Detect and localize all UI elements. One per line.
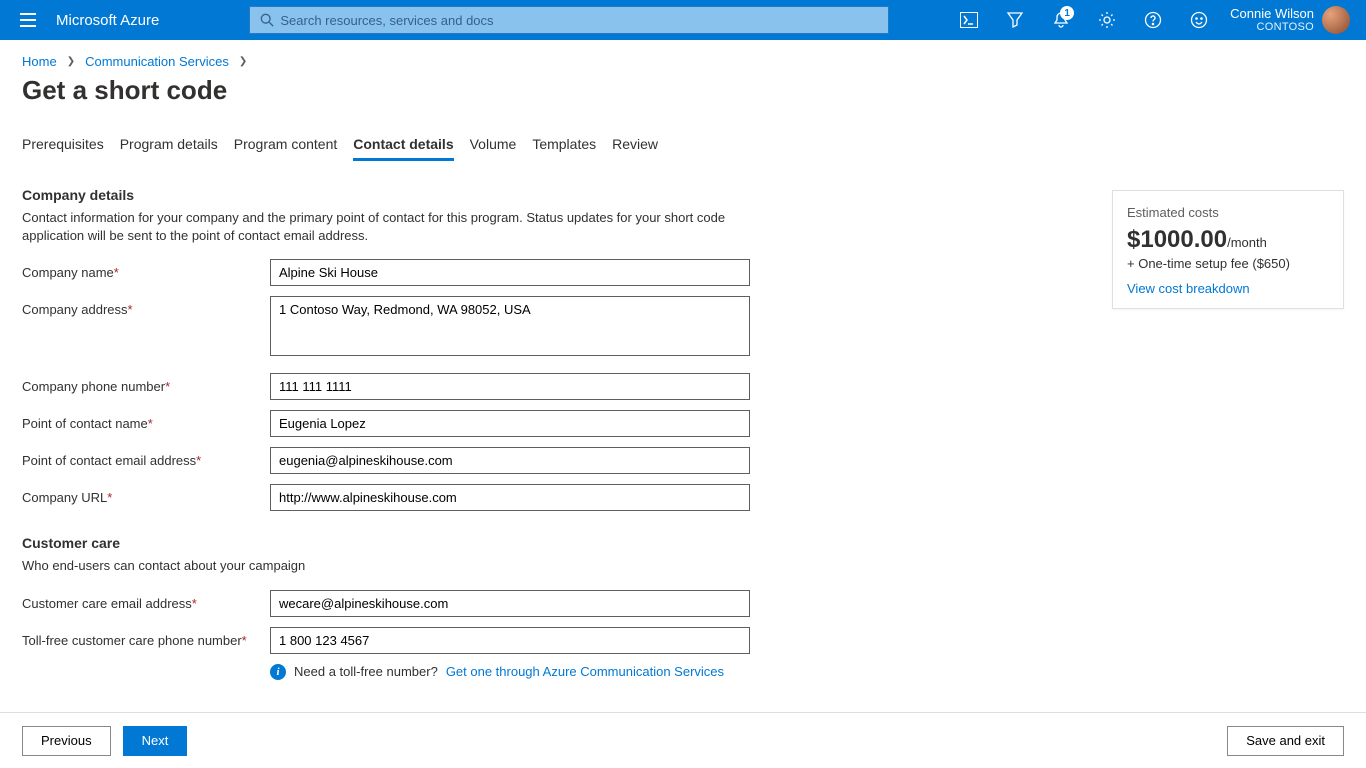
search-icon	[260, 13, 274, 27]
contact-email-input[interactable]	[270, 447, 750, 474]
breadcrumb: Home ❯ Communication Services ❯	[22, 54, 1344, 69]
tollfree-prompt: Need a toll-free number?	[294, 664, 438, 679]
global-search[interactable]	[249, 6, 889, 34]
care-email-input[interactable]	[270, 590, 750, 617]
tab-prerequisites[interactable]: Prerequisites	[22, 136, 104, 161]
notification-badge: 1	[1060, 6, 1074, 20]
company-address-input[interactable]	[270, 296, 750, 356]
estimated-costs-card: Estimated costs $1000.00/month + One-tim…	[1112, 190, 1344, 309]
section-company-title: Company details	[22, 187, 782, 203]
tab-program-content[interactable]: Program content	[234, 136, 338, 161]
breadcrumb-home[interactable]: Home	[22, 54, 57, 69]
cost-heading: Estimated costs	[1127, 205, 1329, 220]
page-title: Get a short code	[22, 75, 1344, 106]
form-column: Company details Contact information for …	[22, 187, 782, 680]
label-company-name: Company name	[22, 265, 114, 280]
tollfree-info: i Need a toll-free number? Get one throu…	[270, 664, 782, 680]
info-icon: i	[270, 664, 286, 680]
chevron-right-icon: ❯	[67, 56, 75, 67]
avatar	[1322, 6, 1350, 34]
cost-unit: /month	[1227, 235, 1267, 250]
directory-filter-icon[interactable]	[992, 0, 1038, 40]
label-company-address: Company address	[22, 302, 128, 317]
tab-review[interactable]: Review	[612, 136, 658, 161]
user-name: Connie Wilson	[1230, 7, 1314, 21]
company-phone-input[interactable]	[270, 373, 750, 400]
brand-label: Microsoft Azure	[56, 12, 159, 29]
care-phone-input[interactable]	[270, 627, 750, 654]
label-contact-email: Point of contact email address	[22, 453, 196, 468]
top-bar: Microsoft Azure 1 Connie Wilson CONTOSO	[0, 0, 1366, 40]
cost-setup: + One-time setup fee ($650)	[1127, 256, 1329, 271]
user-org: CONTOSO	[1230, 21, 1314, 33]
page-content: Home ❯ Communication Services ❯ Get a sh…	[0, 40, 1366, 712]
settings-icon[interactable]	[1084, 0, 1130, 40]
help-icon[interactable]	[1130, 0, 1176, 40]
tab-templates[interactable]: Templates	[532, 136, 596, 161]
next-button[interactable]: Next	[123, 726, 188, 756]
breadcrumb-service[interactable]: Communication Services	[85, 54, 229, 69]
label-company-url: Company URL	[22, 490, 107, 505]
label-company-phone: Company phone number	[22, 379, 165, 394]
previous-button[interactable]: Previous	[22, 726, 111, 756]
cost-breakdown-link[interactable]: View cost breakdown	[1127, 281, 1250, 296]
section-care-title: Customer care	[22, 535, 782, 551]
save-and-exit-button[interactable]: Save and exit	[1227, 726, 1344, 756]
label-care-phone: Toll-free customer care phone number	[22, 633, 242, 648]
notifications-icon[interactable]: 1	[1038, 0, 1084, 40]
section-care-desc: Who end-users can contact about your cam…	[22, 557, 742, 575]
company-url-input[interactable]	[270, 484, 750, 511]
wizard-footer: Previous Next Save and exit	[0, 712, 1366, 768]
search-input[interactable]	[280, 13, 884, 28]
tab-volume[interactable]: Volume	[470, 136, 517, 161]
top-icon-group: 1	[946, 0, 1222, 40]
tab-program-details[interactable]: Program details	[120, 136, 218, 161]
label-care-email: Customer care email address	[22, 596, 192, 611]
wizard-tabs: Prerequisites Program details Program co…	[22, 136, 1344, 161]
section-company-desc: Contact information for your company and…	[22, 209, 742, 245]
tab-contact-details[interactable]: Contact details	[353, 136, 453, 161]
chevron-right-icon: ❯	[239, 56, 247, 67]
company-name-input[interactable]	[270, 259, 750, 286]
tollfree-link[interactable]: Get one through Azure Communication Serv…	[446, 664, 724, 679]
cloud-shell-icon[interactable]	[946, 0, 992, 40]
menu-toggle-icon[interactable]	[8, 0, 48, 40]
account-menu[interactable]: Connie Wilson CONTOSO	[1222, 6, 1358, 34]
feedback-icon[interactable]	[1176, 0, 1222, 40]
cost-amount: $1000.00	[1127, 226, 1227, 253]
label-contact-name: Point of contact name	[22, 416, 148, 431]
contact-name-input[interactable]	[270, 410, 750, 437]
